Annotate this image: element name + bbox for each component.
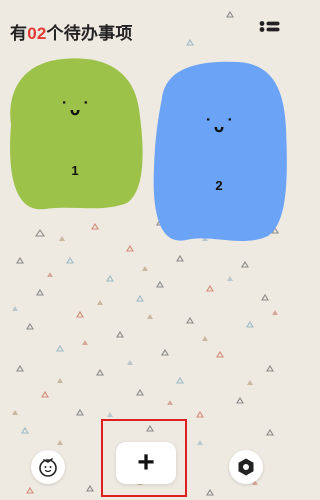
- add-label: +: [137, 446, 155, 479]
- settings-hex-icon: [238, 458, 254, 476]
- settings-button[interactable]: [229, 450, 263, 484]
- card-number: 1: [71, 163, 79, 178]
- bottom-toolbar: +: [0, 420, 293, 500]
- tomato-face-icon: [39, 458, 57, 477]
- todo-count: 02: [27, 23, 47, 43]
- tomato-button[interactable]: [31, 450, 65, 484]
- card-face: ˙ᴗ˙: [202, 116, 236, 137]
- title-prefix: 有: [10, 23, 28, 43]
- todo-card-2[interactable]: ˙ᴗ˙ 2: [150, 58, 288, 246]
- page-title: 有02个待办事项: [10, 19, 133, 44]
- list-menu-icon: [259, 21, 280, 32]
- todo-card-1[interactable]: ˙ᴗ˙ 1: [5, 55, 145, 213]
- card-number: 2: [215, 178, 223, 193]
- list-menu-button[interactable]: [259, 20, 281, 38]
- add-todo-button[interactable]: +: [116, 442, 176, 484]
- header: 有02个待办事项: [10, 18, 133, 44]
- card-face: ˙ᴗ˙: [58, 99, 92, 120]
- blue-blob-shape: [153, 61, 287, 242]
- green-blob-shape: [10, 58, 143, 210]
- title-suffix: 个待办事项: [46, 23, 133, 43]
